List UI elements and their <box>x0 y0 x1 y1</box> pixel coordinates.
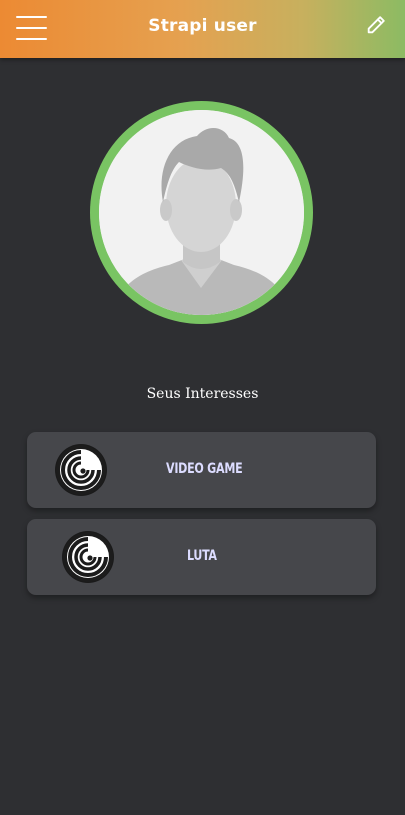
ubisoft-swirl-icon <box>55 444 107 496</box>
ubisoft-swirl-icon <box>62 531 114 583</box>
avatar <box>90 101 313 324</box>
page-title: Strapi user <box>148 16 257 36</box>
menu-line <box>16 38 47 40</box>
interest-label: LUTA <box>187 548 217 564</box>
interest-label: VIDEO GAME <box>166 461 243 477</box>
interest-card[interactable]: VIDEO GAME <box>27 432 376 508</box>
top-app-bar: Strapi user <box>0 0 405 58</box>
default-user-avatar-icon <box>99 110 304 315</box>
interest-card[interactable]: LUTA <box>27 519 376 595</box>
interests-heading: Seus Interesses <box>146 386 259 402</box>
app-screen: Strapi user Seus Interesses VIDEO GAME L… <box>0 0 405 815</box>
pencil-icon[interactable] <box>365 14 387 36</box>
